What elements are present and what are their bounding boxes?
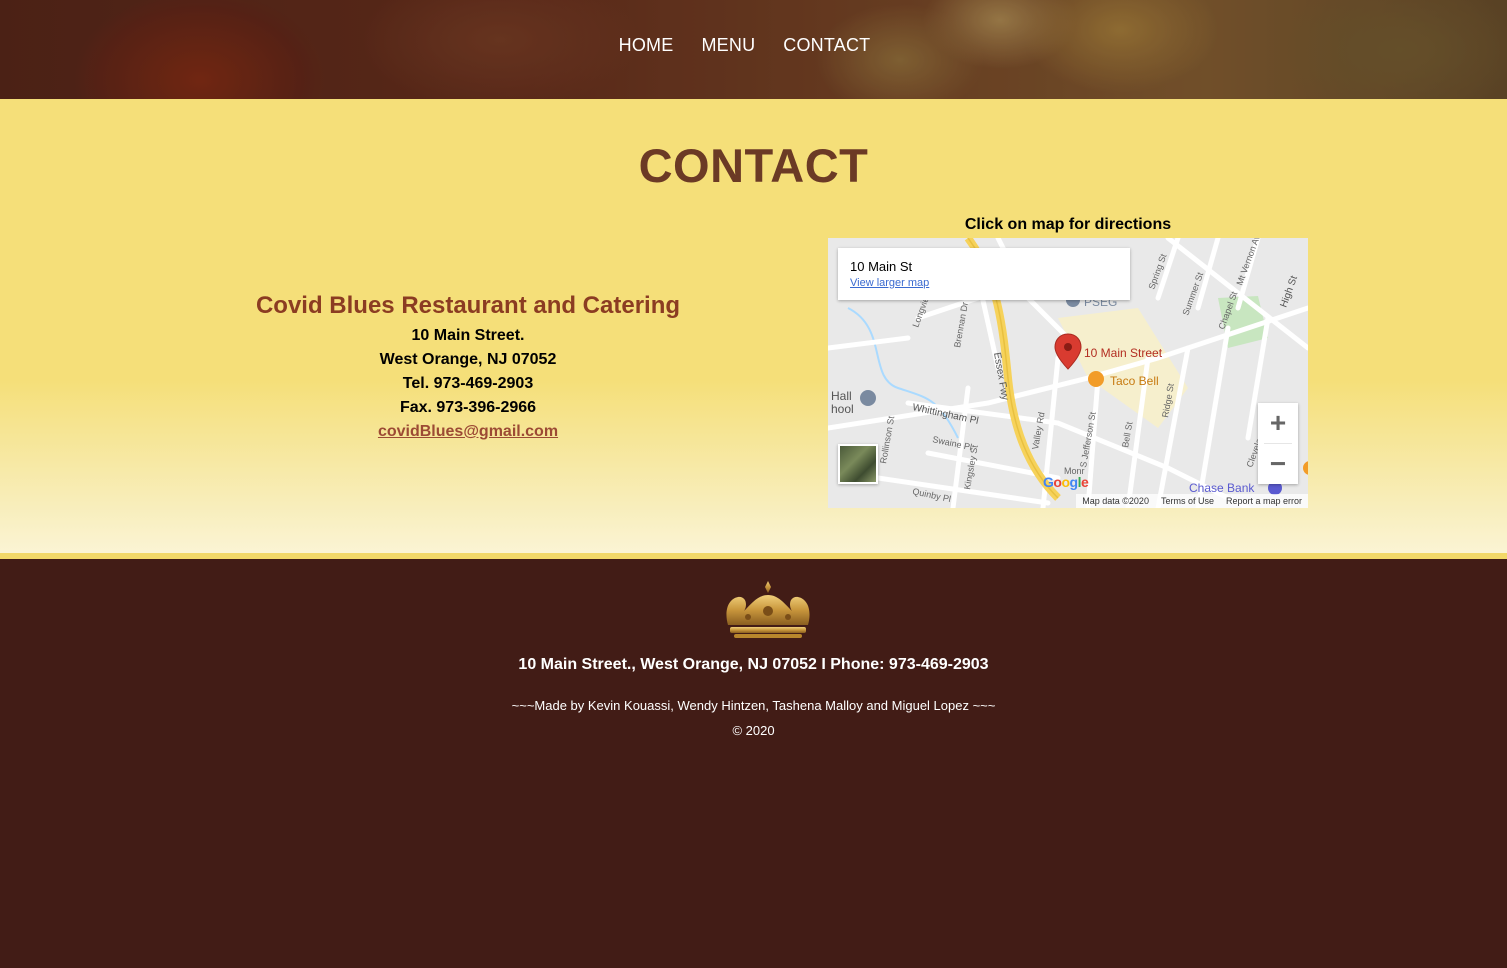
google-logo: Google	[1043, 474, 1089, 490]
poi-chase-bank: Chase Bank	[1189, 481, 1255, 495]
restaurant-name: Covid Blues Restaurant and Catering	[255, 292, 681, 319]
pin-label: 10 Main Street	[1084, 346, 1163, 360]
map-label: Click on map for directions	[964, 216, 1172, 233]
zoom-out-button[interactable]: −	[1258, 444, 1298, 484]
satellite-toggle[interactable]	[838, 444, 878, 484]
map-card-title: 10 Main St	[850, 259, 913, 274]
footer-address: 10 Main Street., West Orange, NJ 07052 I…	[518, 656, 989, 673]
report-error-link[interactable]: Report a map error	[1226, 496, 1302, 506]
poi-taco-bell: Taco Bell	[1110, 374, 1159, 388]
street-address: 10 Main Street.	[411, 327, 525, 344]
telephone: Tel. 973-469-2903	[402, 375, 534, 392]
contact-info: Covid Blues Restaurant and Catering 10 M…	[228, 292, 708, 444]
map-info-card: 10 Main St View larger map	[838, 248, 1130, 300]
nav-home[interactable]: HOME	[605, 35, 688, 56]
nav-contact[interactable]: CONTACT	[769, 35, 884, 56]
view-larger-map-link[interactable]: View larger map	[850, 277, 929, 289]
fax: Fax. 973-396-2966	[399, 399, 537, 416]
zoom-in-button[interactable]: +	[1258, 403, 1298, 443]
poi-school: Hall	[831, 389, 852, 403]
header-banner: HOME MENU CONTACT	[0, 0, 1507, 99]
embedded-map[interactable]: Essex Fwy Whittingham Pl Valley Rd Kings…	[828, 238, 1308, 508]
city-address: West Orange, NJ 07052	[379, 351, 557, 368]
contact-section: CONTACT Covid Blues Restaurant and Cater…	[0, 99, 1507, 553]
crown-icon	[726, 581, 810, 638]
map-data-text: Map data ©2020	[1082, 496, 1149, 506]
terms-link[interactable]: Terms of Use	[1161, 496, 1214, 506]
map-attribution: Map data ©2020 Terms of Use Report a map…	[1076, 494, 1308, 508]
nav-menu[interactable]: MENU	[687, 35, 769, 56]
footer: 10 Main Street., West Orange, NJ 07052 I…	[0, 559, 1507, 968]
main-nav: HOME MENU CONTACT	[0, 35, 1507, 56]
page-title: CONTACT	[638, 139, 869, 192]
email-link[interactable]: covidBlues@gmail.com	[378, 423, 558, 440]
footer-copyright: © 2020	[732, 723, 775, 738]
zoom-controls: + −	[1258, 403, 1298, 484]
poi-school-2: hool	[831, 402, 854, 416]
footer-credits: ~~~Made by Kevin Kouassi, Wendy Hintzen,…	[511, 698, 996, 713]
